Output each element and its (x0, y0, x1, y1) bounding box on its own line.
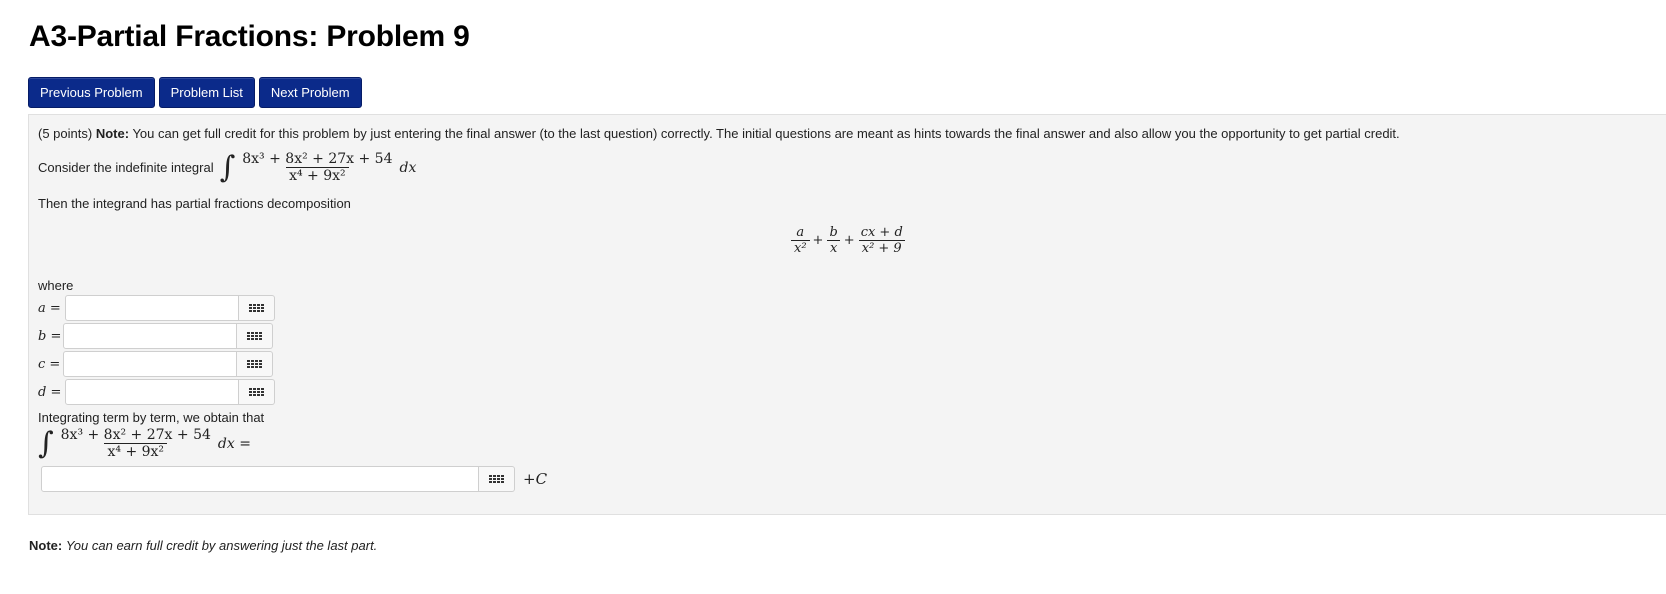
next-problem-button[interactable]: Next Problem (258, 77, 362, 108)
keyboard-icon (249, 304, 264, 312)
note-label: Note: (95, 126, 130, 141)
integrand-denominator-2: x⁴ + 9x² (104, 443, 168, 460)
a-math-keyboard-button[interactable] (239, 295, 275, 321)
d-label-text: d = (38, 385, 62, 400)
plus-sign: + (843, 233, 855, 248)
term-b-num: b (829, 225, 838, 240)
integral-sign: ∫ (219, 149, 236, 185)
integral-statement: Consider the indefinite integral ∫ 8x³ +… (38, 151, 416, 184)
a-label-text: a = (38, 301, 61, 316)
integrand-numerator-2: 8x³ + 8x² + 27x + 54 (60, 427, 211, 443)
decomposition-display: a x² + b x + cx + d x² + 9 (791, 225, 906, 256)
b-label-text: b = (38, 329, 62, 344)
problem-body: (5 points) Note: You can get full credit… (28, 114, 1666, 515)
d-math-keyboard-button[interactable] (239, 379, 275, 405)
c-math-keyboard-button[interactable] (237, 351, 273, 377)
term-a: a x² (791, 225, 810, 256)
c-label-text: c = (38, 357, 61, 372)
differential: dx (399, 159, 417, 176)
a-input[interactable] (65, 295, 239, 321)
integrand-numerator: 8x³ + 8x² + 27x + 54 (242, 151, 393, 167)
term-b-den: x (826, 240, 841, 256)
footer-note-text: You can earn full credit by answering ju… (65, 538, 378, 553)
integral-sign: ∫ (38, 425, 54, 461)
footer-note-label: Note: (29, 538, 63, 553)
d-label: d = (38, 384, 61, 400)
term-a-den: x² (791, 240, 810, 256)
term-cd-num: cx + d (860, 225, 903, 240)
integral-result-statement: ∫ 8x³ + 8x² + 27x + 54 x⁴ + 9x² dx = (38, 427, 251, 460)
b-math-keyboard-button[interactable] (237, 323, 273, 349)
final-math-keyboard-button[interactable] (479, 466, 515, 492)
footer-note: Note: You can earn full credit by answer… (29, 538, 377, 553)
integrand-fraction: 8x³ + 8x² + 27x + 54 x⁴ + 9x² (239, 151, 395, 184)
final-answer-input[interactable] (41, 466, 479, 492)
c-input[interactable] (63, 351, 237, 377)
a-label: a = (38, 300, 61, 316)
term-cd: cx + d x² + 9 (858, 225, 906, 256)
integrand-denominator: x⁴ + 9x² (286, 167, 349, 184)
keyboard-icon (249, 388, 264, 396)
term-cd-den: x² + 9 (858, 240, 905, 256)
where-text: where (38, 278, 74, 293)
b-input[interactable] (63, 323, 237, 349)
integrand-fraction-2: 8x³ + 8x² + 27x + 54 x⁴ + 9x² (58, 427, 214, 460)
term-b: b x (826, 225, 841, 256)
decomposition-intro: Then the integrand has partial fractions… (38, 196, 351, 211)
plus-c-constant: +C (523, 470, 548, 488)
integrating-text: Integrating term by term, we obtain that (38, 410, 265, 425)
c-label: c = (38, 356, 60, 372)
problem-list-button[interactable]: Problem List (158, 77, 255, 108)
consider-text: Consider the indefinite integral (38, 160, 214, 175)
points-label: (5 points) (38, 126, 93, 141)
problem-intro: (5 points) Note: You can get full credit… (38, 126, 1400, 141)
d-input[interactable] (65, 379, 239, 405)
keyboard-icon (489, 475, 504, 483)
keyboard-icon (247, 332, 262, 340)
term-a-num: a (796, 225, 805, 240)
page-title: A3-Partial Fractions: Problem 9 (29, 20, 470, 53)
problem-navigation: Previous Problem Problem List Next Probl… (28, 77, 362, 108)
differential-equals: dx = (217, 435, 251, 452)
b-label: b = (38, 328, 61, 344)
note-text: You can get full credit for this problem… (132, 126, 1400, 141)
previous-problem-button[interactable]: Previous Problem (28, 77, 155, 108)
keyboard-icon (247, 360, 262, 368)
plus-sign: + (812, 233, 824, 248)
